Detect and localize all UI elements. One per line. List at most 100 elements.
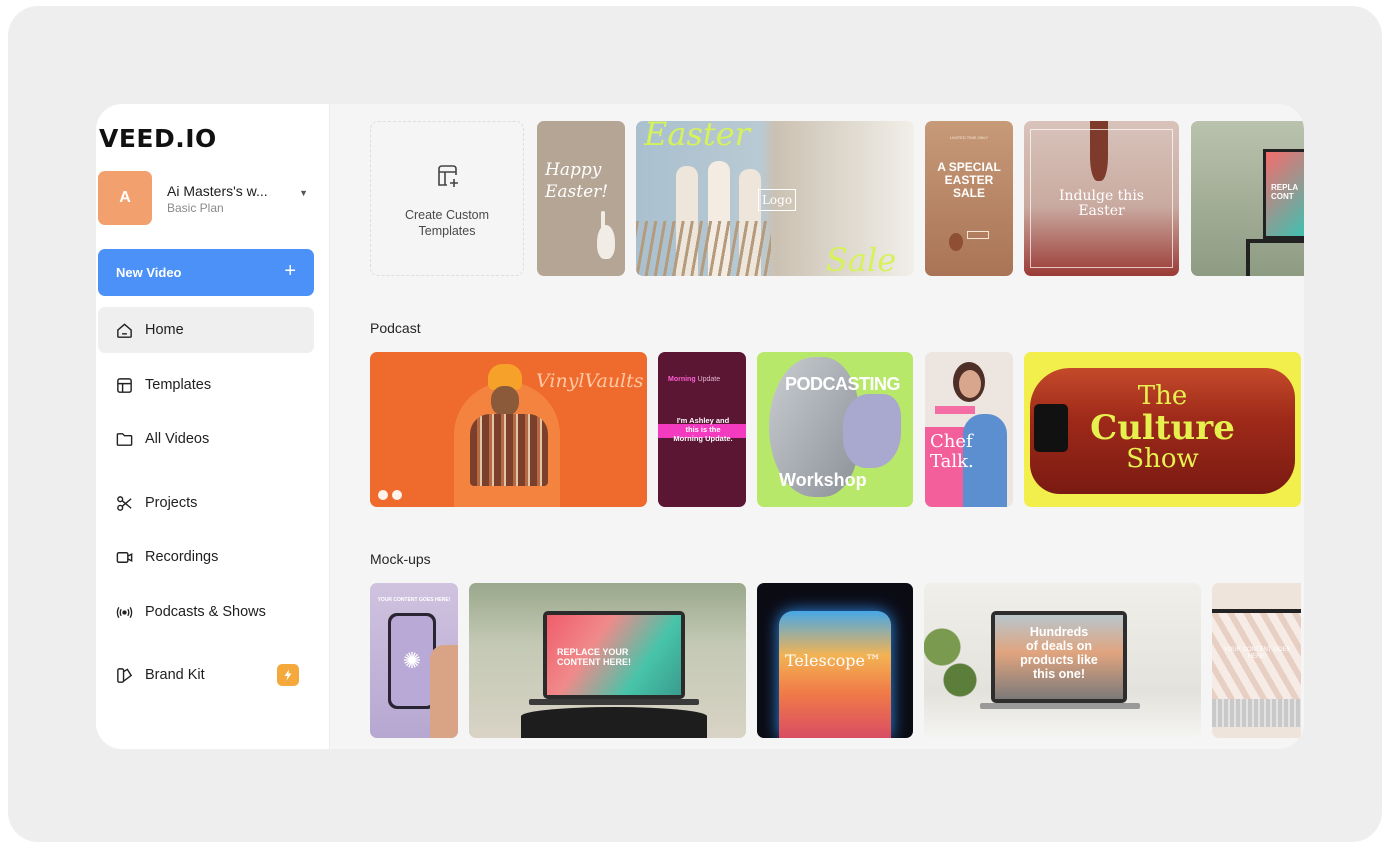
thumb-text: Culture: [1090, 408, 1235, 448]
thumb-text: Talk.: [930, 451, 974, 472]
thumb-text: Easter: [1078, 203, 1125, 219]
broadcast-icon: [114, 602, 134, 622]
thumb-text: YOUR CONTENT GOES HERE!: [377, 597, 451, 603]
face-shape: [959, 370, 981, 398]
tag-shape: [935, 406, 975, 414]
template-thumb-morning-update[interactable]: Morning Update I'm Ashley and this is th…: [658, 352, 746, 507]
hand-shape: [430, 645, 458, 738]
folder-icon: [114, 429, 134, 449]
chevron-down-icon[interactable]: ▼: [299, 188, 308, 198]
workspace-name: Ai Masters's w...: [167, 183, 268, 199]
template-thumb-laptop-partial[interactable]: REPLA CONT: [1191, 121, 1304, 276]
sidebar-item-label: Templates: [145, 377, 212, 393]
create-custom-template-card[interactable]: Create Custom Templates: [370, 121, 524, 276]
thumb-text: Chef: [930, 431, 973, 452]
sidebar-item-brand-kit[interactable]: Brand Kit: [98, 652, 314, 698]
sidebar-item-all-videos[interactable]: All Videos: [98, 416, 314, 462]
template-thumb-telescope-phone[interactable]: Telescope™: [757, 583, 913, 738]
thumb-text: SALE: [952, 186, 985, 200]
sidebar-item-home[interactable]: Home: [98, 307, 314, 353]
add-template-icon: [434, 162, 462, 190]
thumb-text: of deals on: [1026, 639, 1092, 653]
flower-icon: ✺: [391, 616, 433, 706]
workspace-plan: Basic Plan: [167, 201, 224, 215]
thumb-text: YOUR CONTENT GOES HERE!: [1223, 647, 1291, 660]
thumb-text: Indulge this: [1058, 188, 1144, 204]
thumb-text: I'm Ashley and this is the Morning Updat…: [673, 416, 733, 443]
thumb-text: REPLA CONT: [1271, 183, 1299, 201]
thumb-text: The: [1137, 381, 1188, 411]
template-thumb-laptop-partial-2[interactable]: YOUR CONTENT GOES HERE!: [1212, 583, 1301, 738]
laptop-base: [980, 703, 1140, 709]
thumb-text: Logo: [758, 189, 796, 211]
sidebar-item-templates[interactable]: Templates: [98, 362, 314, 408]
thumb-text: Happy: [545, 160, 602, 180]
new-video-label: New Video: [116, 265, 182, 280]
template-thumb-chef-talk[interactable]: Chef Talk.: [925, 352, 1013, 507]
camera-icon: [114, 547, 134, 567]
lightning-icon: [277, 664, 299, 686]
workspace-switcher[interactable]: A Ai Masters's w... Basic Plan ▼: [98, 171, 312, 225]
sidebar-item-label: All Videos: [145, 431, 210, 447]
grass-shape: [636, 221, 771, 276]
sidebar-item-podcasts[interactable]: Podcasts & Shows: [98, 589, 314, 635]
template-thumb-deals-laptop[interactable]: Hundreds of deals on products like this …: [924, 583, 1201, 738]
template-thumb-happy-easter[interactable]: Happy Easter!: [537, 121, 625, 276]
thumb-text: LIMITED TIME ONLY: [949, 135, 989, 140]
thumb-text: this one!: [1032, 667, 1086, 681]
veed-logo[interactable]: VEED.IO: [99, 124, 217, 153]
sidebar-item-label: Projects: [145, 495, 198, 511]
social-icon: [378, 490, 388, 500]
template-thumb-phone-mockup[interactable]: YOUR CONTENT GOES HERE! ✺: [370, 583, 458, 738]
table-leg: [1246, 243, 1250, 276]
thumb-text: PODCASTING: [785, 374, 901, 394]
button-shape: [967, 231, 989, 239]
thumb-text: Telescope™: [785, 651, 881, 670]
thumb-text: VinylVaults: [536, 370, 644, 392]
plant-shape: [924, 603, 984, 713]
template-thumb-indulge-easter[interactable]: Indulge this Easter: [1024, 121, 1179, 276]
thumb-text: Update: [697, 376, 721, 383]
template-thumb-special-easter-sale[interactable]: LIMITED TIME ONLY A SPECIAL EASTER SALE: [925, 121, 1013, 276]
thumb-text: Hundreds: [1029, 625, 1089, 639]
sidebar-item-recordings[interactable]: Recordings: [98, 534, 314, 580]
laptop-base: [529, 699, 699, 705]
bunny-ear: [601, 211, 605, 229]
avatar: A: [98, 171, 152, 225]
table-shape: [1246, 239, 1304, 243]
thumb-text: CONTENT HERE!: [557, 657, 631, 667]
template-thumb-laptop-mockup[interactable]: REPLACE YOUR CONTENT HERE!: [469, 583, 746, 738]
thumb-text: Show: [1126, 444, 1199, 474]
create-template-label-1: Create Custom: [404, 208, 490, 222]
section-title-mockups: Mock-ups: [370, 551, 431, 567]
face-shape: [491, 386, 519, 416]
template-thumb-culture-show[interactable]: The Culture Show: [1024, 352, 1301, 507]
sidebar: VEED.IO A Ai Masters's w... Basic Plan ▼…: [96, 104, 330, 749]
template-thumb-podcasting-workshop[interactable]: PODCASTING Workshop: [757, 352, 913, 507]
home-icon: [114, 320, 134, 340]
keyboard-shape: [1212, 699, 1301, 727]
phone-screen: [779, 611, 891, 738]
sidebar-item-label: Podcasts & Shows: [145, 604, 266, 620]
main-content: Create Custom Templates Happy Easter! Ea…: [331, 104, 1304, 749]
social-icon: [392, 490, 402, 500]
sidebar-item-projects[interactable]: Projects: [98, 480, 314, 526]
scissors-icon: [114, 493, 134, 513]
phone-shape: ✺: [388, 613, 436, 709]
thumb-text: Sale: [826, 241, 897, 276]
sidebar-item-label: Recordings: [145, 549, 219, 565]
egg-shape: [949, 233, 963, 251]
templates-icon: [114, 375, 134, 395]
headphone-shape: [843, 394, 901, 468]
thumb-text: Workshop: [779, 470, 867, 490]
thumb-text: Morning: [668, 376, 696, 383]
template-thumb-vinyl-vaults[interactable]: VinylVaults: [370, 352, 647, 507]
table-shape: [521, 707, 707, 738]
sidebar-item-label: Brand Kit: [145, 667, 205, 683]
template-thumb-easter-sale[interactable]: Easter Logo Sale: [636, 121, 914, 276]
jacket-shape: [470, 414, 548, 486]
bunny-shape: [597, 225, 615, 259]
new-video-button[interactable]: New Video +: [98, 249, 314, 296]
app-window: VEED.IO A Ai Masters's w... Basic Plan ▼…: [96, 104, 1304, 749]
thumb-text: REPLACE YOUR: [557, 647, 629, 657]
